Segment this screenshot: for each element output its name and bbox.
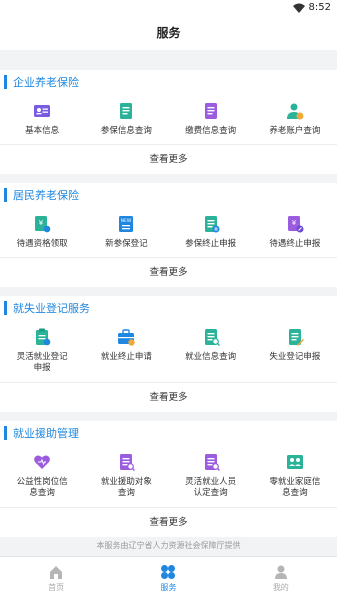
yuan-document-icon: ¥ [35,216,51,233]
section-title: 就失业登记服务 [0,296,337,320]
clipboard-icon [36,328,51,346]
section-title: 就业援助管理 [0,421,337,445]
document-icon [204,103,217,119]
service-item-label: 参保终止申报 [185,239,237,249]
service-item[interactable]: NEW 新参保登记 [84,211,168,257]
service-item[interactable]: 灵活就业人员 认定查询 [169,449,253,507]
family-icon [286,455,303,469]
svg-text:¥: ¥ [292,219,297,227]
service-item-label: 就业援助对象 查询 [100,477,152,498]
section-title-bar [4,426,7,440]
service-grid: 灵活就业登记 申报 就业终止申请 就业信息查询 失业登记申报 [0,320,337,382]
service-item-label: 就业终止申请 [100,352,152,362]
service-sections: 企业养老保险 基本信息 参保信息查询 缴费信息查询 养老账户查询 查看更多 居民养老保险 ¥ 待… [0,70,337,537]
section-title-bar [4,301,7,315]
service-item[interactable]: 灵活就业登记 申报 [0,324,84,382]
service-grid: 基本信息 参保信息查询 缴费信息查询 养老账户查询 [0,94,337,144]
document-pause-icon [204,216,220,233]
tab-service[interactable]: 服务 [112,557,224,600]
footer-note: 本服务由辽宁省人力资源社会保障厅提供 [96,541,241,550]
service-item-label: 缴费信息查询 [185,126,237,136]
service-item[interactable]: 参保终止申报 [169,211,253,257]
service-section: 就失业登记服务灵活就业登记 申报 就业终止申请 就业信息查询 失业登记申报查看更多 [0,296,337,412]
service-section: 就业援助管理公益性岗位信 息查询 就业援助对象 查询 灵活就业人员 认定查询 零就业家… [0,421,337,537]
view-more-button[interactable]: 查看更多 [0,382,337,412]
service-item-label: 灵活就业人员 认定查询 [185,477,237,498]
service-item-label: 待遇资格领取 [16,239,68,249]
page-title: 服务 [0,16,337,50]
yuan-document-cancel-icon: ¥ [287,216,304,233]
service-item-label: 失业登记申报 [269,352,321,362]
tab-home-label: 首页 [48,583,65,592]
person-yuan-icon [286,103,304,120]
document-icon [120,103,133,119]
status-bar: 8:52 [0,0,337,16]
view-more-button[interactable]: 查看更多 [0,507,337,537]
section-title-bar [4,188,7,202]
service-item-label: 灵活就业登记 申报 [16,352,68,373]
service-item[interactable]: 就业援助对象 查询 [84,449,168,507]
service-section: 企业养老保险基本信息 参保信息查询 缴费信息查询 养老账户查询查看更多 [0,70,337,174]
svg-text:¥: ¥ [39,219,44,227]
service-item-label: 养老账户查询 [269,126,321,136]
service-item[interactable]: ¥ 待遇资格领取 [0,211,84,257]
section-title: 居民养老保险 [0,183,337,207]
service-item-label: 新参保登记 [105,239,148,249]
service-item-label: 就业信息查询 [185,352,237,362]
service-item[interactable]: ¥ 待遇终止申报 [253,211,337,257]
section-title-bar [4,75,7,89]
service-item[interactable]: 基本信息 [0,98,84,144]
service-item-label: 零就业家庭信 息查询 [269,477,321,498]
section-title-text: 就失业登记服务 [13,302,90,315]
service-item[interactable]: 公益性岗位信 息查询 [0,449,84,507]
service-item[interactable]: 失业登记申报 [253,324,337,382]
tab-home[interactable]: 首页 [0,557,112,600]
view-more-button[interactable]: 查看更多 [0,257,337,287]
service-item-label: 待遇终止申报 [269,239,321,249]
service-grid: ¥ 待遇资格领取 NEW 新参保登记 参保终止申报 ¥ 待遇终止申报 [0,207,337,257]
service-item-label: 基本信息 [25,126,60,136]
document-search-icon [120,454,136,471]
new-badge-icon: NEW [119,216,134,232]
person-icon [274,565,287,579]
tab-service-label: 服务 [160,583,177,592]
view-more-button[interactable]: 查看更多 [0,144,337,174]
tab-mine-label: 我的 [272,583,289,592]
service-item[interactable]: 参保信息查询 [84,98,168,144]
briefcase-icon [118,329,136,346]
section-title: 企业养老保险 [0,70,337,94]
wifi-icon [292,3,305,13]
service-item-label: 公益性岗位信 息查询 [16,477,68,498]
section-title-text: 就业援助管理 [13,427,79,440]
service-item-label: 参保信息查询 [100,126,152,136]
svg-text:NEW: NEW [121,218,132,224]
id-card-icon [34,105,51,117]
section-title-text: 居民养老保险 [13,189,79,202]
service-item[interactable]: 养老账户查询 [253,98,337,144]
grid-icon [161,565,176,579]
service-item[interactable]: 零就业家庭信 息查询 [253,449,337,507]
section-title-text: 企业养老保险 [13,76,79,89]
document-search-icon [204,454,220,471]
bottom-tab-bar: 首页 服务 我的 [0,556,337,600]
service-item[interactable]: 就业信息查询 [169,324,253,382]
tab-mine[interactable]: 我的 [225,557,337,600]
service-item[interactable]: 就业终止申请 [84,324,168,382]
service-section: 居民养老保险 ¥ 待遇资格领取 NEW 新参保登记 参保终止申报 ¥ 待遇终止申报查看更多 [0,183,337,287]
document-search-icon [204,329,220,346]
heart-icon [34,455,51,469]
home-icon [50,566,63,579]
document-edit-icon [288,329,304,346]
service-item[interactable]: 缴费信息查询 [169,98,253,144]
service-grid: 公益性岗位信 息查询 就业援助对象 查询 灵活就业人员 认定查询 零就业家庭信 息查询 [0,445,337,507]
status-time: 8:52 [308,2,331,13]
